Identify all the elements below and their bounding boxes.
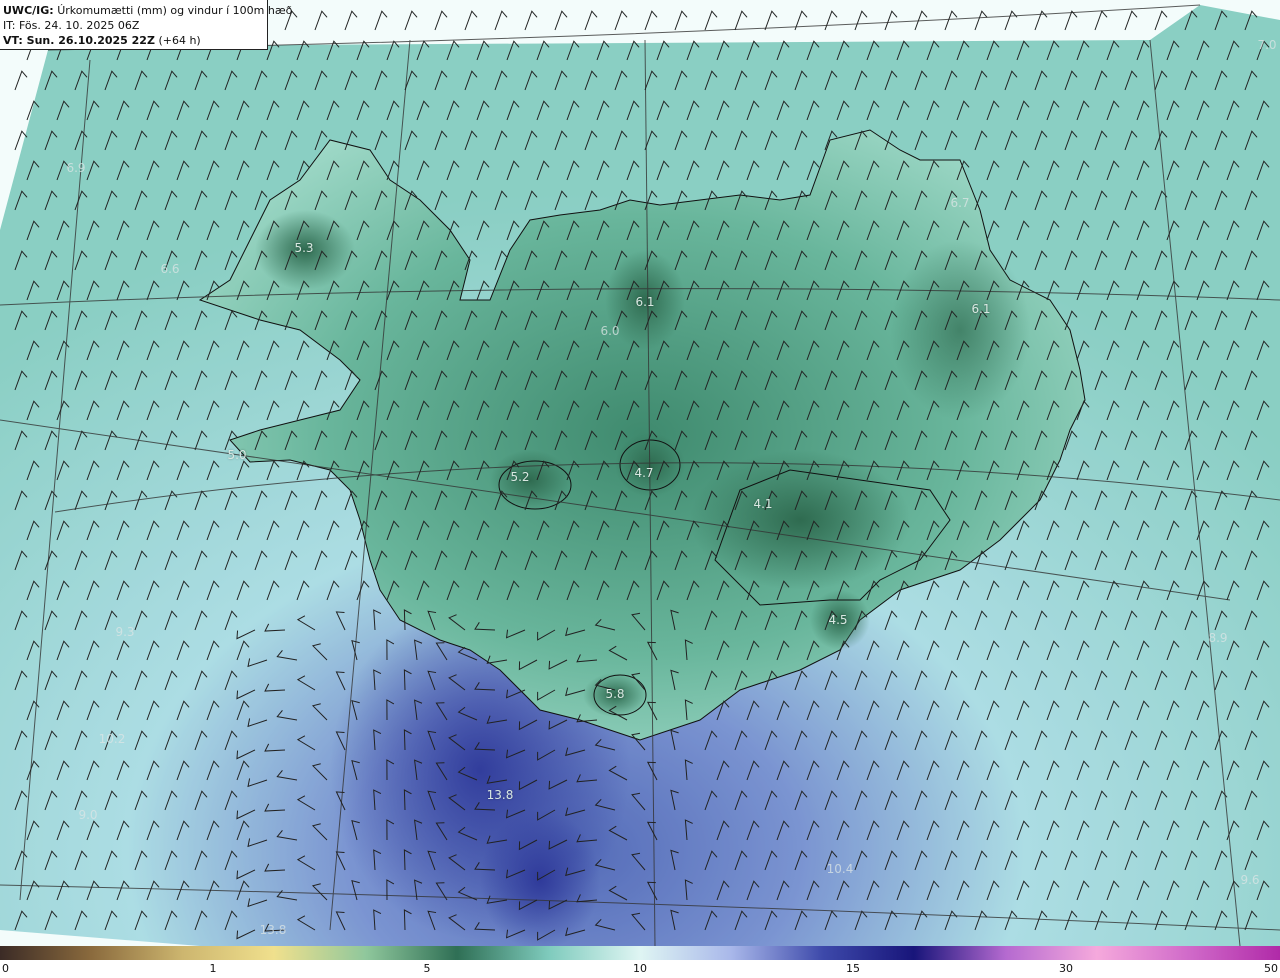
lead-time: (+64 h) bbox=[158, 34, 201, 47]
map-value-label: 13.8 bbox=[259, 923, 287, 937]
map-value-label: 9.0 bbox=[78, 808, 98, 822]
map-value-label: 5.3 bbox=[294, 241, 314, 255]
map-value-label: 9.3 bbox=[115, 625, 135, 639]
product-title: Úrkomumætti (mm) og vindur í 100m hæð bbox=[57, 4, 293, 17]
colorbar-tick: 30 bbox=[1059, 962, 1073, 975]
map-value-label: 5.0 bbox=[227, 448, 247, 462]
map-value-label: 10.2 bbox=[98, 732, 126, 746]
map-value-label: 13.8 bbox=[486, 788, 514, 802]
map-value-label: 4.5 bbox=[828, 613, 848, 627]
precipitation-colorbar bbox=[0, 946, 1280, 960]
map-value-label: 6.7 bbox=[950, 196, 970, 210]
colorbar-ticks: 0 1 5 10 15 30 50 bbox=[0, 960, 1280, 978]
map-value-label: 8.9 bbox=[1208, 631, 1228, 645]
forecast-map: 7.0 6.9 5.3 6.6 6.1 6.1 6.7 6.0 5.0 5.2 … bbox=[0, 0, 1280, 946]
colorbar-tick: 50 bbox=[1264, 962, 1278, 975]
map-value-label: 10.4 bbox=[826, 862, 854, 876]
map-value-label: 6.1 bbox=[971, 302, 991, 316]
map-header: UWC/IG: Úrkomumætti (mm) og vindur í 100… bbox=[0, 0, 292, 50]
map-value-label: 6.0 bbox=[600, 324, 620, 338]
map-value-label: 5.8 bbox=[605, 687, 625, 701]
map-value-label: 6.6 bbox=[160, 262, 180, 276]
map-value-label: 4.7 bbox=[634, 466, 654, 480]
valid-time-line: VT: Sun. 26.10.2025 22Z (+64 h) bbox=[3, 33, 267, 48]
map-value-label: 4.1 bbox=[753, 497, 773, 511]
init-time: IT: Fös. 24. 10. 2025 06Z bbox=[3, 19, 140, 32]
map-value-label: 9.6 bbox=[1240, 873, 1260, 887]
map-value-label: 5.2 bbox=[510, 470, 530, 484]
colorbar-tick: 15 bbox=[846, 962, 860, 975]
map-value-label: 6.1 bbox=[635, 295, 655, 309]
valid-time: VT: Sun. 26.10.2025 22Z bbox=[3, 34, 155, 47]
colorbar-tick: 5 bbox=[423, 962, 431, 975]
map-value-label: 7.0 bbox=[1257, 38, 1277, 52]
map-value-label: 6.9 bbox=[66, 161, 86, 175]
colorbar-tick: 0 bbox=[2, 962, 9, 975]
colorbar-tick: 10 bbox=[633, 962, 647, 975]
title-line: UWC/IG: Úrkomumætti (mm) og vindur í 100… bbox=[3, 3, 292, 18]
colorbar-tick: 1 bbox=[209, 962, 217, 975]
model-tag: UWC/IG: bbox=[3, 4, 54, 17]
